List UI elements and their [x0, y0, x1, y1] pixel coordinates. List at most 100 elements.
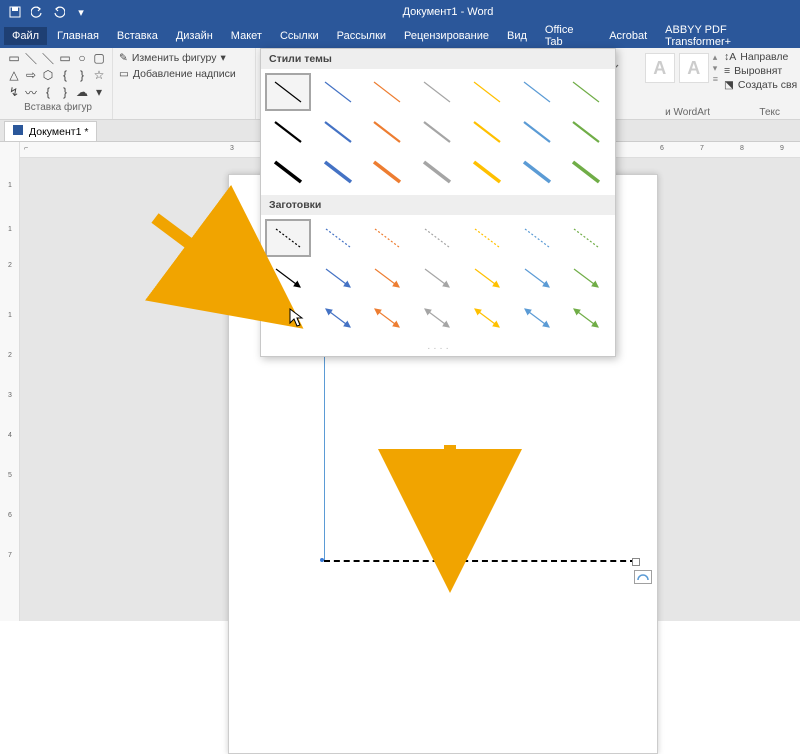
qat-dropdown-icon[interactable]: ▾: [72, 3, 90, 21]
window-title: Документ1 - Word: [96, 6, 800, 18]
shape-rect[interactable]: ▭: [57, 50, 73, 66]
preset-style-dash-ed7d31[interactable]: [364, 219, 410, 257]
theme-style-r0-c0[interactable]: [265, 73, 311, 111]
preset-style-dash-4472c4[interactable]: [315, 219, 361, 257]
shape-line2[interactable]: ＼: [40, 50, 56, 66]
preset-style-arrow-ed7d31[interactable]: [364, 259, 410, 297]
create-link-button[interactable]: ⬔Создать свя: [722, 78, 800, 92]
shape-arrow-r[interactable]: ⇨: [23, 67, 39, 83]
shape-textbox[interactable]: ▭: [6, 50, 22, 66]
preset-style-dash-5b9bd5[interactable]: [514, 219, 560, 257]
menu-view[interactable]: Вид: [499, 27, 535, 45]
theme-style-r2-c5[interactable]: [514, 153, 560, 191]
shapes-gallery: ▭ ＼ ＼ ▭ ○ ▢ △ ⇨ ⬡ { } ☆ ↯ 〰 { } ☁ ▾ Вста…: [0, 48, 112, 119]
edit-shape-icon: ✎: [119, 52, 128, 64]
shape-bracket-l[interactable]: {: [57, 67, 73, 83]
text-group-label: Текс: [759, 107, 780, 118]
menu-acrobat[interactable]: Acrobat: [601, 27, 655, 45]
shape-oval[interactable]: ○: [74, 50, 90, 66]
preset-style-arrow-5b9bd5[interactable]: [514, 259, 560, 297]
add-caption-button[interactable]: ▭ Добавление надписи: [115, 66, 253, 82]
preset-style-darrow-a5a5a5[interactable]: [414, 299, 460, 337]
shape-brace-l[interactable]: {: [40, 84, 56, 100]
wa-more-icon[interactable]: ≡: [713, 74, 718, 84]
align-text-button[interactable]: ≡Выровнят: [722, 64, 800, 78]
menu-review[interactable]: Рецензирование: [396, 27, 497, 45]
theme-style-r2-c6[interactable]: [563, 153, 609, 191]
menu-mailings[interactable]: Рассылки: [329, 27, 394, 45]
menu-home[interactable]: Главная: [49, 27, 107, 45]
edit-shape-button[interactable]: ✎ Изменить фигуру ▾: [115, 50, 253, 66]
theme-style-r1-c0[interactable]: [265, 113, 311, 151]
text-direction-button[interactable]: ↕AНаправле: [722, 50, 800, 64]
shape-bracket-r[interactable]: }: [74, 67, 90, 83]
theme-style-r2-c3[interactable]: [414, 153, 460, 191]
theme-style-r0-c2[interactable]: [364, 73, 410, 111]
vertical-ruler[interactable]: 1 1 2 1 2 3 4 5 6 7: [0, 142, 20, 621]
preset-style-arrow-4472c4[interactable]: [315, 259, 361, 297]
wordart-styles: A A ▴ ▾ ≡: [645, 52, 718, 84]
theme-style-r0-c3[interactable]: [414, 73, 460, 111]
preset-style-arrow-70ad47[interactable]: [563, 259, 609, 297]
menu-abbyy[interactable]: ABBYY PDF Transformer+: [657, 21, 796, 51]
shape-roundrect[interactable]: ▢: [91, 50, 107, 66]
align-icon: ≡: [724, 65, 730, 77]
preset-style-darrow-70ad47[interactable]: [563, 299, 609, 337]
menu-references[interactable]: Ссылки: [272, 27, 327, 45]
shape-hex[interactable]: ⬡: [40, 67, 56, 83]
menu-layout[interactable]: Макет: [223, 27, 270, 45]
menu-design[interactable]: Дизайн: [168, 27, 221, 45]
wa-up-icon[interactable]: ▴: [713, 52, 718, 63]
shape-curve[interactable]: 〰: [23, 84, 39, 100]
wordart-style-2[interactable]: A: [679, 53, 709, 83]
undo-icon[interactable]: [28, 3, 46, 21]
theme-style-r0-c4[interactable]: [464, 73, 510, 111]
shape-star[interactable]: ☆: [91, 67, 107, 83]
theme-style-r2-c1[interactable]: [315, 153, 361, 191]
theme-style-r0-c6[interactable]: [563, 73, 609, 111]
cursor-icon: [289, 308, 305, 333]
theme-style-r2-c2[interactable]: [364, 153, 410, 191]
preset-style-dash-a5a5a5[interactable]: [414, 219, 460, 257]
preset-style-arrow-ffc000[interactable]: [464, 259, 510, 297]
annotation-arrow-1: [145, 208, 295, 343]
preset-style-dash-70ad47[interactable]: [563, 219, 609, 257]
theme-style-r0-c5[interactable]: [514, 73, 560, 111]
preset-style-darrow-5b9bd5[interactable]: [514, 299, 560, 337]
menu-bar: Файл Главная Вставка Дизайн Макет Ссылки…: [0, 24, 800, 48]
presets-grid: [261, 215, 615, 341]
theme-style-r1-c4[interactable]: [464, 113, 510, 151]
gallery-resize-grip[interactable]: · · · ·: [261, 341, 615, 356]
theme-style-r2-c4[interactable]: [464, 153, 510, 191]
doc-tab-1[interactable]: Документ1 *: [4, 121, 97, 141]
theme-style-r1-c2[interactable]: [364, 113, 410, 151]
preset-style-darrow-ffc000[interactable]: [464, 299, 510, 337]
menu-officetab[interactable]: Office Tab: [537, 21, 599, 51]
wordart-style-1[interactable]: A: [645, 53, 675, 83]
wa-down-icon[interactable]: ▾: [713, 63, 718, 74]
preset-style-darrow-4472c4[interactable]: [315, 299, 361, 337]
shape-cloud[interactable]: ☁: [74, 84, 90, 100]
dropdown-icon: ▾: [221, 52, 226, 64]
theme-style-r0-c1[interactable]: [315, 73, 361, 111]
save-icon[interactable]: [6, 3, 24, 21]
theme-style-r1-c1[interactable]: [315, 113, 361, 151]
shape-tri[interactable]: △: [6, 67, 22, 83]
theme-style-r1-c6[interactable]: [563, 113, 609, 151]
shape-brace-r[interactable]: }: [57, 84, 73, 100]
redo-icon[interactable]: [50, 3, 68, 21]
preset-style-arrow-a5a5a5[interactable]: [414, 259, 460, 297]
shape-line[interactable]: ＼: [23, 50, 39, 66]
shape-more[interactable]: ▾: [91, 84, 107, 100]
menu-file[interactable]: Файл: [4, 27, 47, 45]
menu-insert[interactable]: Вставка: [109, 27, 166, 45]
preset-style-darrow-ed7d31[interactable]: [364, 299, 410, 337]
doc-tab-label: Документ1 *: [29, 126, 88, 138]
theme-style-r2-c0[interactable]: [265, 153, 311, 191]
preset-style-dash-ffc000[interactable]: [464, 219, 510, 257]
dashed-line-shape[interactable]: [324, 560, 636, 562]
theme-style-r1-c5[interactable]: [514, 113, 560, 151]
layout-options-button[interactable]: [634, 570, 652, 584]
theme-style-r1-c3[interactable]: [414, 113, 460, 151]
shape-connector[interactable]: ↯: [6, 84, 22, 100]
